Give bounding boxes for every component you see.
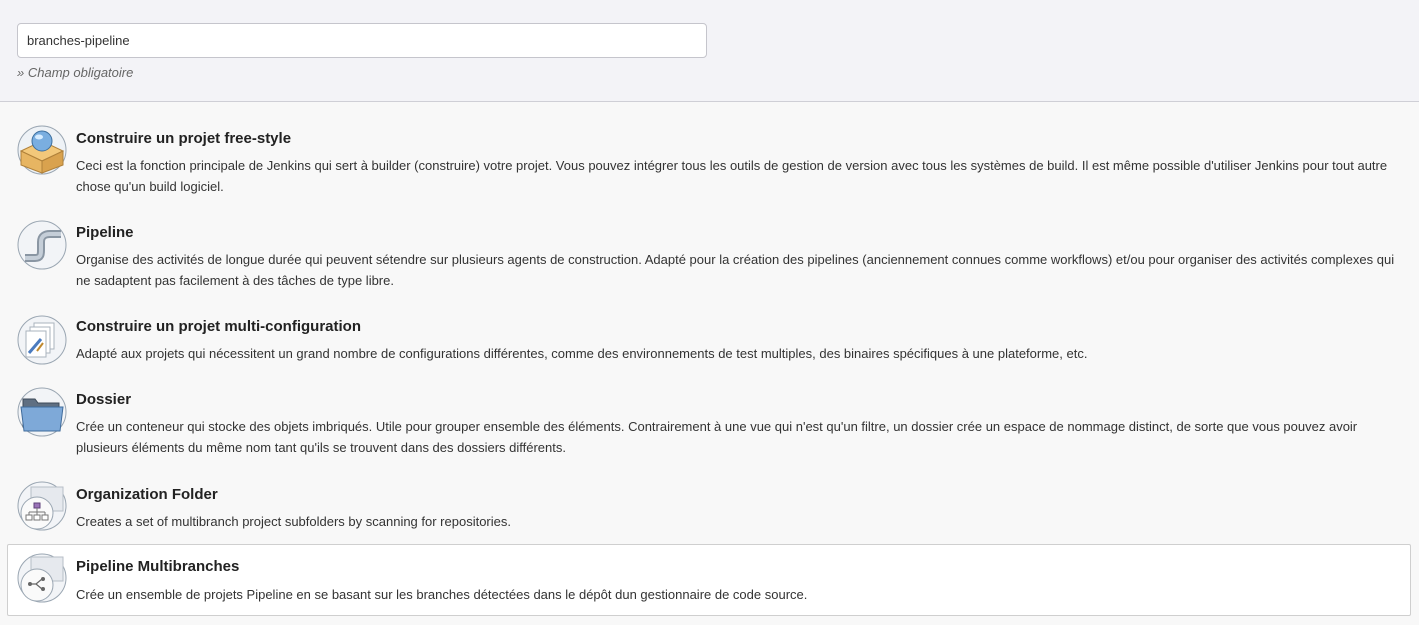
item-title: Dossier: [76, 391, 132, 408]
item-type-organization-folder[interactable]: Organization Folder Creates a set of mul…: [7, 478, 1411, 538]
item-title: Construire un projet free-style: [76, 130, 292, 147]
item-name-input[interactable]: [17, 23, 707, 58]
pipeline-icon: [17, 220, 67, 270]
item-title: Organization Folder: [76, 486, 218, 503]
item-description: Ceci est la fonction principale de Jenki…: [76, 158, 1388, 194]
item-description: Crée un ensemble de projets Pipeline en …: [76, 587, 808, 602]
item-type-pipeline[interactable]: Pipeline Organise des activités de longu…: [7, 216, 1411, 296]
item-title: Pipeline: [76, 224, 134, 241]
multibranch-pipeline-icon: [17, 553, 67, 603]
item-description: Creates a set of multibranch project sub…: [76, 514, 511, 529]
item-type-multi-configuration[interactable]: Construire un projet multi-configuration…: [7, 310, 1411, 370]
folder-icon: [17, 387, 67, 437]
organization-folder-icon: [17, 481, 67, 531]
multi-configuration-icon: [17, 315, 67, 365]
item-description: Adapté aux projets qui nécessitent un gr…: [76, 346, 1088, 361]
item-type-folder[interactable]: Dossier Crée un conteneur qui stocke des…: [7, 383, 1411, 463]
item-title: Construire un projet multi-configuration: [76, 318, 361, 335]
item-name-section: » Champ obligatoire: [0, 0, 1419, 102]
item-description: Organise des activités de longue durée q…: [76, 252, 1395, 288]
item-description: Crée un conteneur qui stocke des objets …: [76, 419, 1358, 455]
item-type-multibranch-pipeline[interactable]: Pipeline Multibranches Crée un ensemble …: [7, 544, 1411, 616]
item-type-freestyle[interactable]: Construire un projet free-style Ceci est…: [7, 122, 1411, 202]
required-field-note: » Champ obligatoire: [17, 65, 134, 80]
item-title: Pipeline Multibranches: [76, 558, 240, 575]
freestyle-project-icon: [17, 125, 67, 175]
